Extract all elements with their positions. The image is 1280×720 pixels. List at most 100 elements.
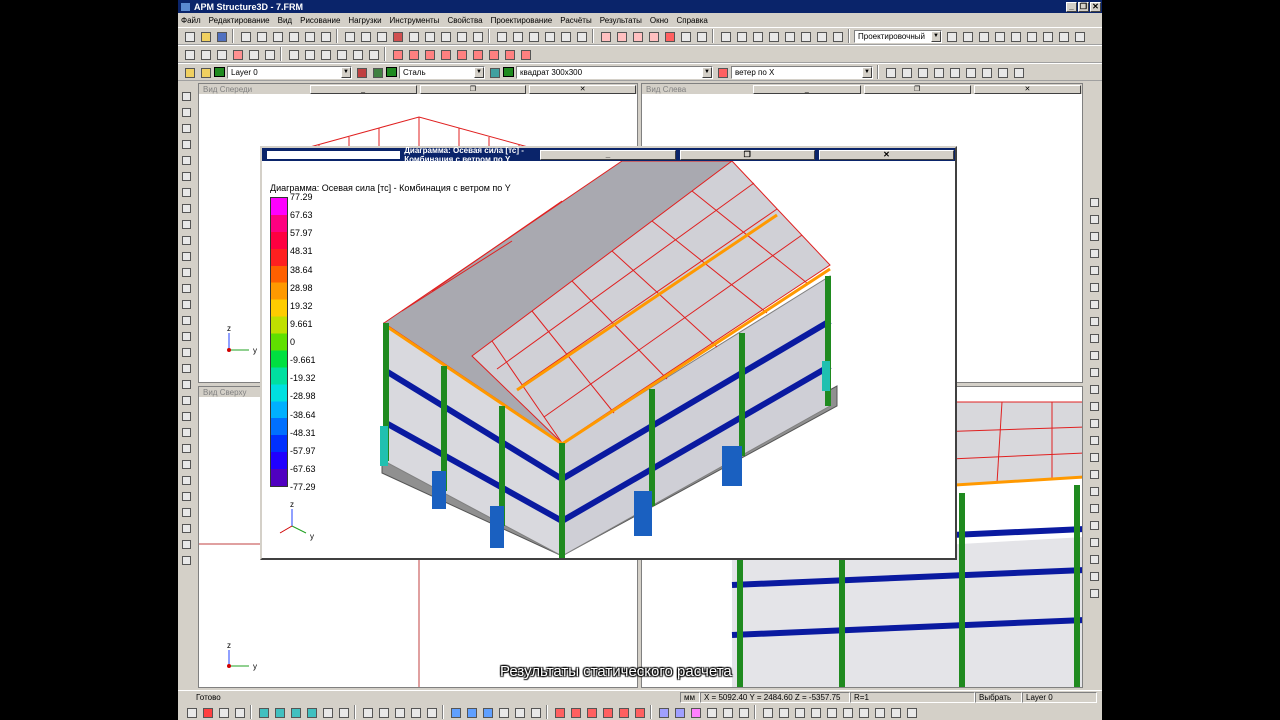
measure-icon[interactable] bbox=[470, 29, 484, 43]
layer-manager-icon[interactable] bbox=[198, 65, 212, 79]
filter-5-icon[interactable] bbox=[512, 705, 526, 719]
maximize-button[interactable]: ❐ bbox=[863, 84, 971, 94]
pan-icon[interactable] bbox=[662, 29, 676, 43]
zoom-out-icon[interactable] bbox=[614, 29, 628, 43]
load-tool-6-icon[interactable] bbox=[963, 65, 977, 79]
right-tool-11-icon[interactable] bbox=[1088, 366, 1100, 379]
draw-plate-icon[interactable] bbox=[180, 186, 192, 199]
display-mesh-icon[interactable] bbox=[424, 705, 438, 719]
view-top-icon[interactable] bbox=[750, 29, 764, 43]
plate-load-icon[interactable] bbox=[180, 314, 192, 327]
array-icon[interactable] bbox=[542, 29, 556, 43]
menu-help[interactable]: Справка bbox=[676, 16, 707, 25]
right-tool-8-icon[interactable] bbox=[1088, 315, 1100, 328]
pointer-icon[interactable] bbox=[180, 90, 192, 103]
close-button[interactable]: ✕ bbox=[973, 84, 1081, 94]
close-button[interactable]: ✕ bbox=[1090, 1, 1101, 12]
maximize-button[interactable]: ❐ bbox=[419, 84, 527, 94]
section-library-icon[interactable] bbox=[487, 65, 501, 79]
load-icon[interactable] bbox=[438, 29, 452, 43]
diagram-n-icon[interactable] bbox=[390, 47, 404, 61]
chevron-down-icon[interactable]: ▼ bbox=[341, 66, 351, 78]
diagram-u-icon[interactable] bbox=[438, 47, 452, 61]
chevron-down-icon[interactable]: ▼ bbox=[862, 66, 872, 78]
load-tool-8-icon[interactable] bbox=[995, 65, 1009, 79]
design-tool-1-icon[interactable] bbox=[944, 29, 958, 43]
right-tool-16-icon[interactable] bbox=[1088, 451, 1100, 464]
menu-view[interactable]: Вид bbox=[278, 16, 292, 25]
zoom-in-icon[interactable] bbox=[598, 29, 612, 43]
menu-calculations[interactable]: Расчёты bbox=[560, 16, 591, 25]
load-tool-7-icon[interactable] bbox=[979, 65, 993, 79]
display-releases-icon[interactable] bbox=[408, 705, 422, 719]
tool-d-icon[interactable] bbox=[808, 705, 822, 719]
right-tool-6-icon[interactable] bbox=[1088, 281, 1100, 294]
right-tool-23-icon[interactable] bbox=[1088, 570, 1100, 583]
filter-2-icon[interactable] bbox=[464, 705, 478, 719]
right-tool-3-icon[interactable] bbox=[1088, 230, 1100, 243]
open-file-icon[interactable] bbox=[198, 29, 212, 43]
right-tool-18-icon[interactable] bbox=[1088, 485, 1100, 498]
tool-h-icon[interactable] bbox=[872, 705, 886, 719]
filter-4-icon[interactable] bbox=[496, 705, 510, 719]
right-tool-12-icon[interactable] bbox=[1088, 383, 1100, 396]
pressure-icon[interactable] bbox=[366, 47, 380, 61]
loads-6-icon[interactable] bbox=[632, 705, 646, 719]
loads-5-icon[interactable] bbox=[616, 705, 630, 719]
display-solids-icon[interactable] bbox=[304, 705, 318, 719]
wire-icon[interactable] bbox=[798, 29, 812, 43]
results-table-icon[interactable] bbox=[518, 47, 532, 61]
menu-window[interactable]: Окно bbox=[650, 16, 669, 25]
save-icon[interactable] bbox=[214, 29, 228, 43]
display-rods-icon[interactable] bbox=[272, 705, 286, 719]
right-tool-13-icon[interactable] bbox=[1088, 400, 1100, 413]
material-select[interactable]: Сталь ▼ bbox=[399, 65, 485, 79]
design-tool-9-icon[interactable] bbox=[1072, 29, 1086, 43]
chevron-down-icon[interactable]: ▼ bbox=[702, 66, 712, 78]
design-tool-6-icon[interactable] bbox=[1024, 29, 1038, 43]
render-icon[interactable] bbox=[782, 29, 796, 43]
circle-icon[interactable] bbox=[180, 394, 192, 407]
results-6-icon[interactable] bbox=[736, 705, 750, 719]
minimize-button[interactable]: _ bbox=[753, 84, 861, 94]
triangle-icon[interactable] bbox=[180, 362, 192, 375]
select-all-icon[interactable] bbox=[182, 47, 196, 61]
polygon-icon[interactable] bbox=[180, 410, 192, 423]
filter-1-icon[interactable] bbox=[448, 705, 462, 719]
right-tool-15-icon[interactable] bbox=[1088, 434, 1100, 447]
tool-e-icon[interactable] bbox=[824, 705, 838, 719]
arrow-down-icon[interactable] bbox=[334, 47, 348, 61]
menu-file[interactable]: Файл bbox=[181, 16, 201, 25]
mode-select[interactable]: Проектировочный ▼ bbox=[854, 29, 942, 43]
divide-icon[interactable] bbox=[180, 490, 192, 503]
design-tool-2-icon[interactable] bbox=[960, 29, 974, 43]
distributed-load-icon[interactable] bbox=[350, 47, 364, 61]
tool-b-icon[interactable] bbox=[776, 705, 790, 719]
rectangle-icon[interactable] bbox=[180, 378, 192, 391]
spring-icon[interactable] bbox=[180, 266, 192, 279]
view-front-icon[interactable] bbox=[718, 29, 732, 43]
draw-rod-icon[interactable] bbox=[180, 154, 192, 167]
menu-draw[interactable]: Рисование bbox=[300, 16, 340, 25]
menu-edit[interactable]: Редактирование bbox=[209, 16, 270, 25]
results-5-icon[interactable] bbox=[720, 705, 734, 719]
menu-loads[interactable]: Нагрузки bbox=[348, 16, 381, 25]
filter-6-icon[interactable] bbox=[528, 705, 542, 719]
modes-icon[interactable] bbox=[502, 47, 516, 61]
moment-icon[interactable] bbox=[246, 47, 260, 61]
load-tool-1-icon[interactable] bbox=[883, 65, 897, 79]
close-button[interactable]: ✕ bbox=[818, 149, 955, 160]
crosshair-icon[interactable] bbox=[454, 29, 468, 43]
menu-tools[interactable]: Инструменты bbox=[390, 16, 440, 25]
local-axes-icon[interactable] bbox=[180, 538, 192, 551]
loads-3-icon[interactable] bbox=[584, 705, 598, 719]
copy-icon[interactable] bbox=[270, 29, 284, 43]
right-tool-7-icon[interactable] bbox=[1088, 298, 1100, 311]
display-plates-icon[interactable] bbox=[288, 705, 302, 719]
minimize-button[interactable]: _ bbox=[1066, 1, 1077, 12]
redo-icon[interactable] bbox=[318, 29, 332, 43]
menu-properties[interactable]: Свойства bbox=[447, 16, 482, 25]
light-icon[interactable] bbox=[814, 29, 828, 43]
results-2-icon[interactable] bbox=[672, 705, 686, 719]
draw-arc-icon[interactable] bbox=[180, 170, 192, 183]
